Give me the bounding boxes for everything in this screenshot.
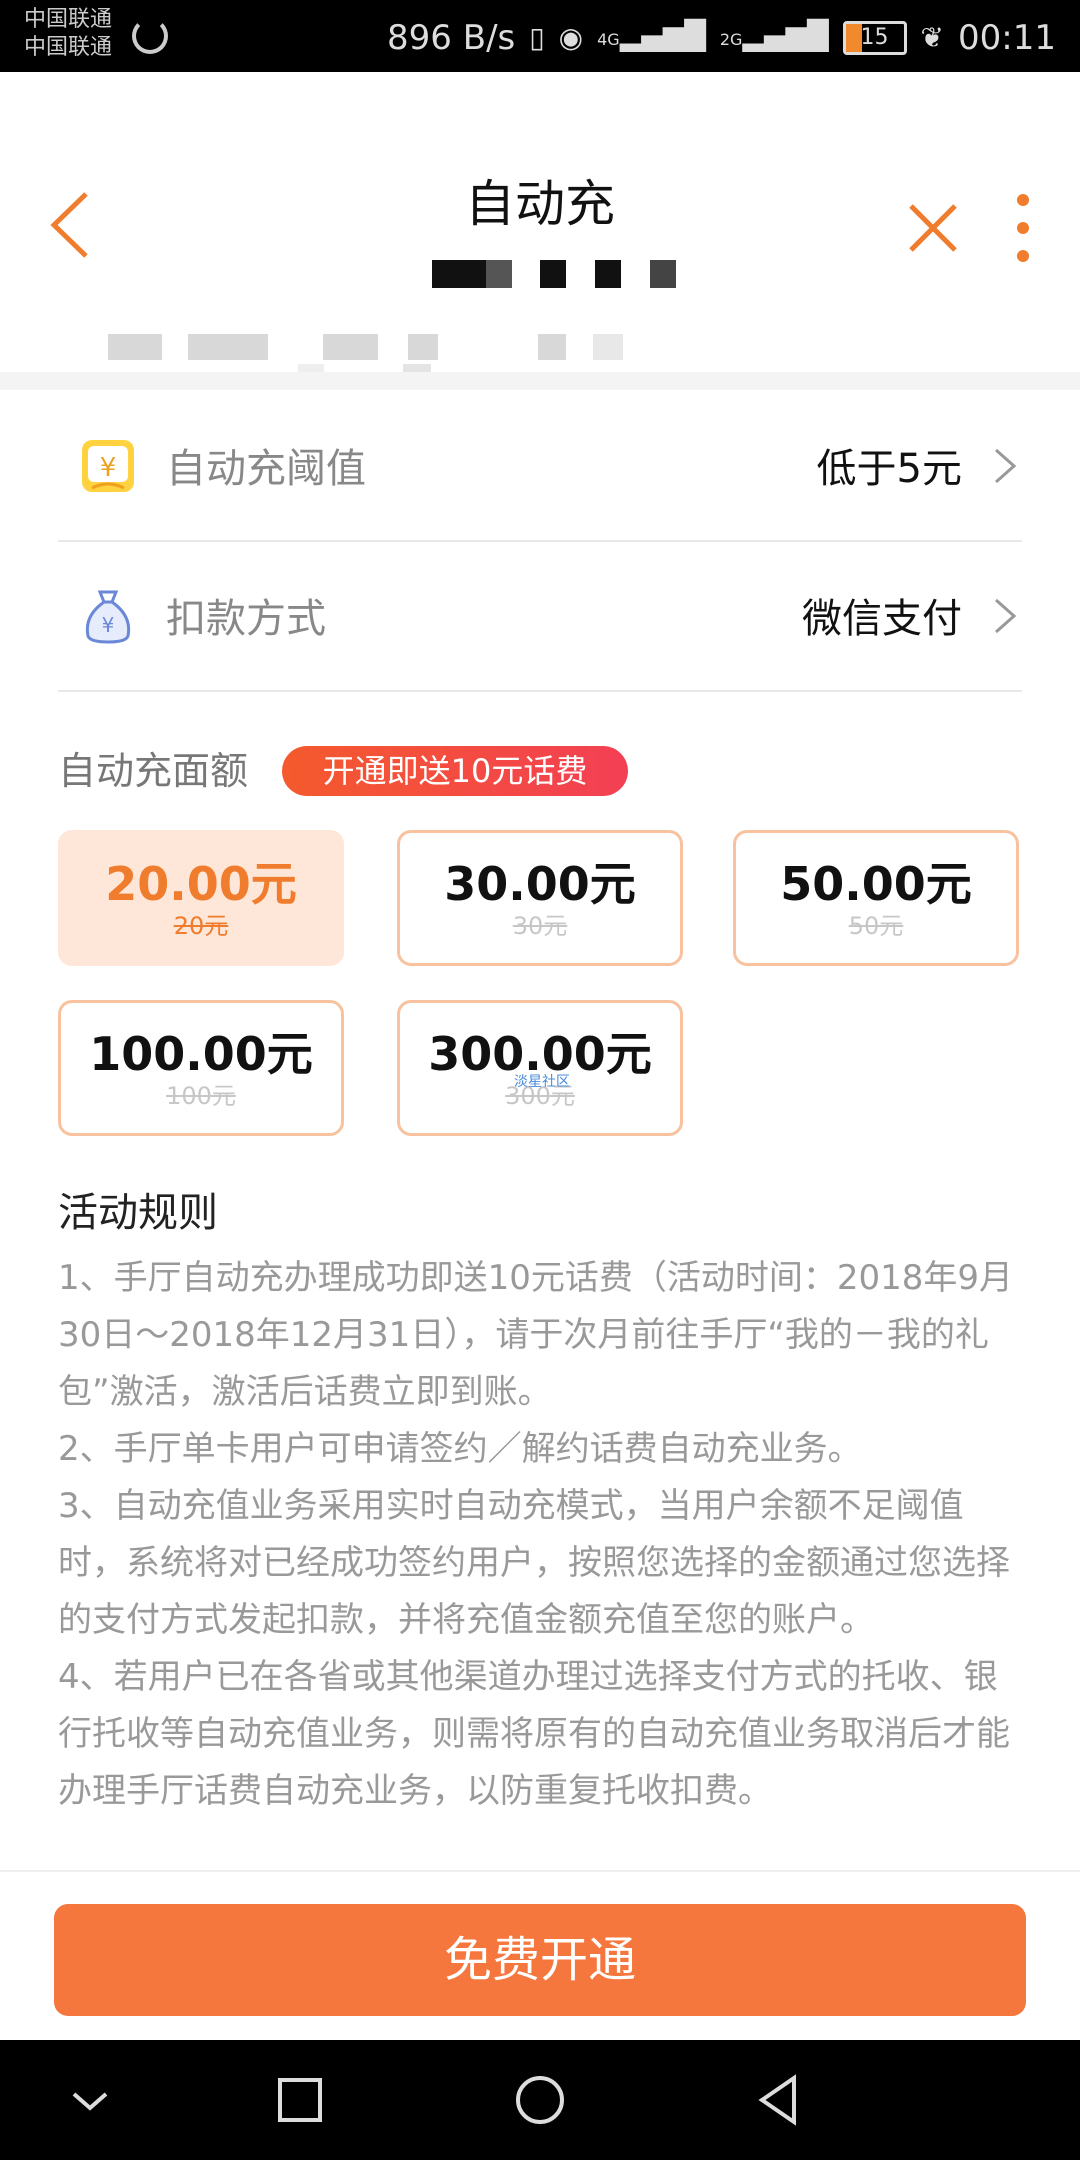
threshold-row[interactable]: ¥ 自动充阈值 低于5元	[58, 390, 1022, 542]
payment-method-row[interactable]: ¥ 扣款方式 微信支付	[58, 540, 1022, 692]
amount-original: 50元	[848, 912, 904, 940]
signal-4g-icon: 4G▂▄▆█	[597, 19, 706, 52]
network-speed: 896 B/s	[387, 18, 516, 58]
battery-icon: 15	[842, 21, 907, 55]
chevron-right-icon	[995, 448, 1017, 484]
amount-section-title: 自动充面额	[58, 749, 249, 793]
carrier-1: 中国联通	[24, 7, 113, 32]
amount-price: 100.00元	[89, 1027, 313, 1081]
rule-item: 3、自动充值业务采用实时自动充模式，当用户余额不足阈值时，系统将对已经成功签约用…	[58, 1486, 1010, 1640]
yuan-icon: ¥	[82, 440, 134, 492]
eye-comfort-icon: ◉	[558, 21, 584, 54]
activate-button[interactable]: 免费开通	[54, 1904, 1026, 2016]
rule-item: 1、手厅自动充办理成功即送10元话费（活动时间：2018年9月30日～2018年…	[58, 1258, 1014, 1412]
amount-original: 30元	[512, 912, 568, 940]
amount-original: 20元	[173, 912, 229, 940]
svg-text:¥: ¥	[102, 613, 115, 637]
amount-original: 100元	[166, 1082, 236, 1110]
rules-title: 活动规则	[58, 1190, 218, 1236]
more-options-icon[interactable]	[1005, 190, 1041, 266]
status-bar: 中国联通 中国联通 896 B/s ▯ ◉ 4G▂▄▆█ 2G▂▄▆█ 15 ❦…	[0, 0, 1080, 72]
recents-square-icon[interactable]	[268, 2068, 332, 2132]
amount-option-300[interactable]: 300.00元 300元	[397, 1000, 683, 1136]
back-triangle-icon[interactable]	[748, 2068, 812, 2132]
svg-text:¥: ¥	[100, 453, 117, 483]
app-header: 自动充	[0, 72, 1080, 390]
status-indicators: 896 B/s ▯ ◉ 4G▂▄▆█ 2G▂▄▆█ 15 ❦ 00:11	[387, 14, 1056, 62]
rule-item: 2、手厅单卡用户可申请签约／解约话费自动充业务。	[58, 1429, 862, 1469]
threshold-value: 低于5元	[816, 446, 962, 492]
promo-badge: 开通即送10元话费	[282, 746, 628, 796]
payment-label: 扣款方式	[166, 596, 326, 642]
redacted-subtitle	[430, 260, 680, 290]
amount-option-100[interactable]: 100.00元 100元	[58, 1000, 344, 1136]
system-nav-bar	[0, 2040, 1080, 2160]
home-circle-icon[interactable]	[508, 2068, 572, 2132]
watermark: 淡星社区	[514, 1074, 570, 1090]
amount-price: 30.00元	[444, 857, 636, 911]
threshold-label: 自动充阈值	[166, 446, 366, 492]
amount-option-20[interactable]: 20.00元 20元	[58, 830, 344, 966]
amount-option-30[interactable]: 30.00元 30元	[397, 830, 683, 966]
carrier-info: 中国联通 中国联通	[24, 6, 112, 62]
chevron-down-icon[interactable]	[58, 2068, 122, 2132]
vibrate-icon: ▯	[529, 21, 545, 54]
amount-price: 50.00元	[780, 857, 972, 911]
amount-price: 20.00元	[105, 857, 297, 911]
sync-icon	[132, 18, 168, 54]
payment-value: 微信支付	[802, 596, 962, 642]
carrier-2: 中国联通	[24, 35, 113, 60]
rule-item: 4、若用户已在各省或其他渠道办理过选择支付方式的托收、银行托收等自动充值业务，则…	[58, 1657, 1010, 1811]
close-icon[interactable]	[905, 200, 961, 256]
chevron-right-icon	[995, 598, 1017, 634]
section-divider	[0, 372, 1080, 390]
amount-option-50[interactable]: 50.00元 50元	[733, 830, 1019, 966]
signal-2g-icon: 2G▂▄▆█	[719, 19, 829, 52]
clock: 00:11	[958, 18, 1056, 58]
money-bag-icon: ¥	[85, 590, 131, 644]
rules-text: 1、手厅自动充办理成功即送10元话费（活动时间：2018年9月30日～2018年…	[58, 1250, 1018, 1820]
leaf-icon: ❦	[920, 21, 945, 54]
